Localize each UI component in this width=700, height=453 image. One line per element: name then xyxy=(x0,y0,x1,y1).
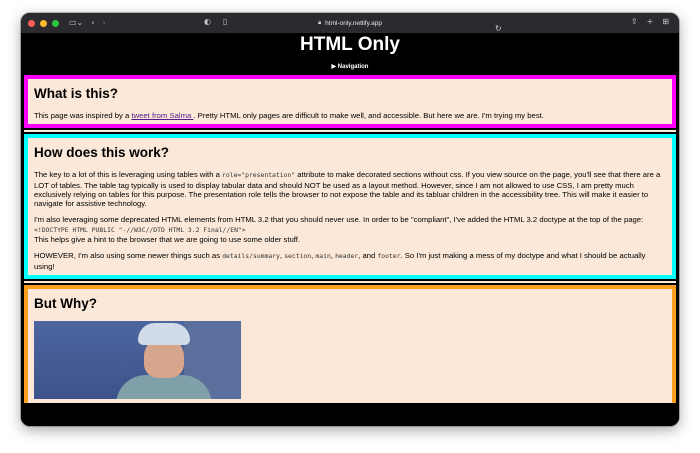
share-icon[interactable]: ⇪ xyxy=(631,18,638,26)
section-heading: How does this work? xyxy=(34,145,170,161)
address-bar[interactable]: 🔒︎ html-only.netlify.app xyxy=(318,16,382,30)
browser-toolbar: ▭⌄ ‹ › ◐ ▯ 🔒︎ html-only.netlify.app ↻ ⇪ … xyxy=(21,13,679,33)
paragraph-text: The key to a lot of this is leveraging u… xyxy=(34,170,223,180)
navigation-toggle[interactable]: ▶ Navigation xyxy=(332,63,369,70)
toolbar-left: ▭⌄ ‹ › xyxy=(69,19,106,27)
gif-person-gown xyxy=(116,374,212,399)
sidebar-icon[interactable]: ▭⌄ xyxy=(69,19,83,27)
reader-icon[interactable]: ▯ xyxy=(223,18,227,26)
section-heading: What is this? xyxy=(34,86,118,101)
salma-tweet-link[interactable]: tweet from Salma xyxy=(131,111,193,120)
new-tab-icon[interactable]: + xyxy=(647,18,654,26)
lock-icon: 🔒︎ xyxy=(317,19,322,26)
browser-window: ▭⌄ ‹ › ◐ ▯ 🔒︎ html-only.netlify.app ↻ ⇪ … xyxy=(21,13,679,426)
section-heading: But Why? xyxy=(34,295,97,311)
zoom-window-button[interactable] xyxy=(52,19,59,27)
section-what-is-this: What is this? This page was inspired by … xyxy=(24,75,676,129)
inline-code: details/summary xyxy=(222,252,280,261)
reload-icon[interactable]: ↻ xyxy=(495,24,502,33)
section-but-why: But Why? xyxy=(24,284,676,403)
paragraph-text: . Pretty HTML only pages are difficult t… xyxy=(193,111,544,120)
paragraph-text: This helps give a hint to the browser th… xyxy=(34,235,301,245)
inline-code: header xyxy=(335,252,359,261)
inline-code: section xyxy=(284,252,312,261)
tabs-overview-icon[interactable]: ⊞ xyxy=(662,18,669,26)
toolbar-middle: ◐ ▯ xyxy=(204,18,227,26)
forward-icon[interactable]: › xyxy=(102,19,105,27)
window-controls xyxy=(28,19,59,27)
inline-code: footer xyxy=(377,252,401,261)
section-how-does-this-work: How does this work? The key to a lot of … xyxy=(24,134,676,279)
section-paragraph: The key to a lot of this is leveraging u… xyxy=(34,170,666,208)
inline-code: main xyxy=(315,252,331,261)
page-title: HTML Only xyxy=(300,34,400,55)
paragraph-text: I'm also leveraging some deprecated HTML… xyxy=(34,215,644,225)
section-paragraph: This page was inspired by a tweet from S… xyxy=(34,111,666,120)
close-window-button[interactable] xyxy=(28,19,35,27)
url-text: html-only.netlify.app xyxy=(325,19,383,27)
minimize-window-button[interactable] xyxy=(40,19,47,27)
shield-icon[interactable]: ◐ xyxy=(204,18,211,26)
section-paragraph: I'm also leveraging some deprecated HTML… xyxy=(34,215,666,244)
site-header: HTML Only ▶ Navigation xyxy=(21,33,679,73)
section-paragraph: HOWEVER, I'm also using some newer thing… xyxy=(34,251,666,271)
inline-code: role="presentation" xyxy=(222,171,296,180)
toolbar-right: ⇪ + ⊞ xyxy=(631,18,669,26)
page-content: HTML Only ▶ Navigation What is this? Thi… xyxy=(21,33,679,426)
reaction-gif-image xyxy=(34,320,241,399)
paragraph-text: This page was inspired by a xyxy=(34,111,132,120)
paragraph-text: HOWEVER, I'm also using some newer thing… xyxy=(34,251,223,261)
back-icon[interactable]: ‹ xyxy=(91,19,94,27)
doctype-code: <!DOCTYPE HTML PUBLIC "-//W3C//DTD HTML … xyxy=(34,225,246,234)
paragraph-text: , and xyxy=(358,251,378,261)
gif-surgical-cap xyxy=(138,322,190,345)
